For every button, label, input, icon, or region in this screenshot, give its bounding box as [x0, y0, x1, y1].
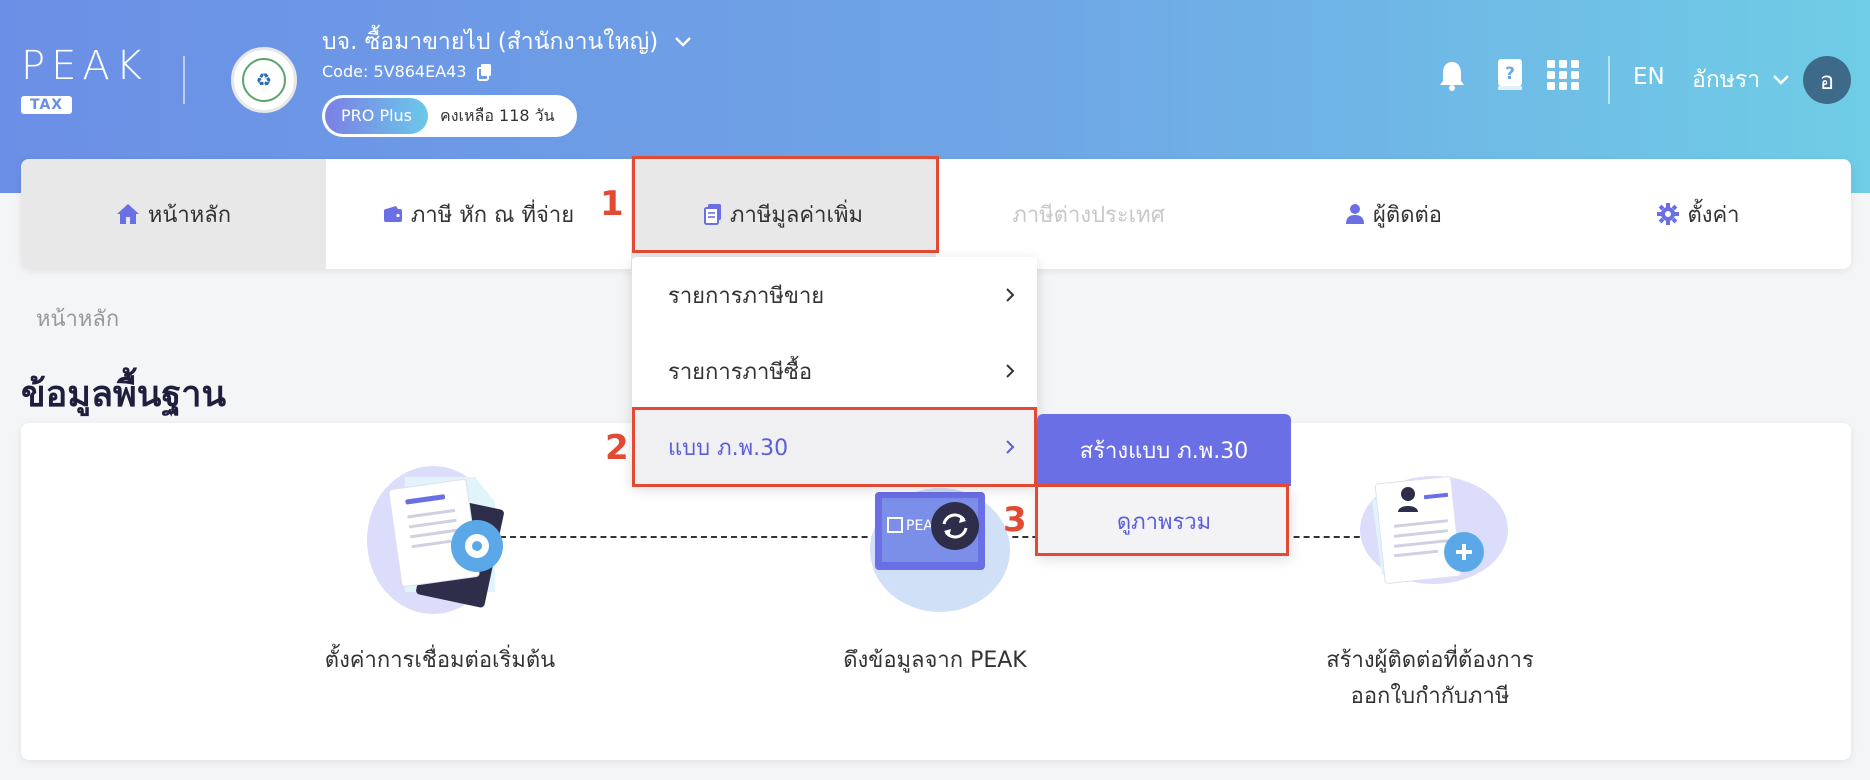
page-title: ข้อมูลพื้นฐาน	[21, 374, 227, 415]
svg-text:?: ?	[1505, 64, 1515, 84]
copy-icon[interactable]	[476, 63, 493, 81]
settings-document-icon	[367, 466, 504, 614]
chevron-down-icon	[675, 37, 692, 47]
nav-label: ผู้ติดต่อ	[1373, 202, 1442, 228]
plan-remaining: คงเหลือ 118 วัน	[440, 105, 555, 125]
highlight-box-overview	[1035, 484, 1289, 556]
nav-foreign-tax: ภาษีต่างประเทศ	[936, 159, 1241, 269]
nav-contacts[interactable]: ผู้ติดต่อ	[1241, 159, 1546, 269]
nav-label: ภาษี หัก ณ ที่จ่าย	[410, 202, 575, 228]
company-code: Code: 5V864EA43	[322, 62, 467, 81]
nav-label: ภาษีต่างประเทศ	[1012, 202, 1165, 228]
nav-label: ตั้งค่า	[1687, 202, 1740, 228]
company-name: บจ. ซื้อมาขายไป (สำนักงานใหญ่)	[322, 29, 659, 55]
user-menu[interactable]: อักษรา	[1692, 62, 1790, 98]
plan-badge: PRO Plus	[325, 98, 429, 134]
menu-item-label: รายการภาษีซื้อ	[668, 359, 813, 385]
user-icon	[1346, 204, 1365, 224]
step3-caption-line1: สร้างผู้ติดต่อที่ต้องการ	[1326, 648, 1534, 673]
highlight-box-pp30	[632, 407, 1037, 487]
peak-tax-logo[interactable]: PEAK TAX	[21, 46, 148, 114]
help-book-icon[interactable]: ?	[1496, 58, 1524, 92]
step3-caption-line2: ออกใบกำกับภาษี	[1350, 684, 1510, 709]
bell-icon[interactable]	[1437, 60, 1467, 92]
nav-home[interactable]: หน้าหลัก	[21, 159, 326, 269]
wallet-icon	[383, 206, 402, 222]
header-divider	[183, 56, 185, 104]
company-seal-icon: ♻	[242, 58, 286, 102]
chevron-right-icon	[1006, 364, 1015, 378]
menu-item-label: รายการภาษีขาย	[668, 283, 825, 309]
highlight-box-vat	[632, 156, 939, 253]
company-logo: ♻	[231, 47, 297, 113]
step-number-2: 2	[605, 428, 629, 468]
chevron-down-icon	[1773, 75, 1790, 85]
header-divider-right	[1608, 56, 1610, 104]
apps-grid-icon[interactable]	[1547, 60, 1579, 90]
step1-caption: ตั้งค่าการเชื่อมต่อเริ่มต้น	[324, 648, 556, 673]
create-pp30-button[interactable]: สร้างแบบ ภ.พ.30	[1037, 414, 1291, 486]
step-number-1: 1	[600, 184, 624, 224]
language-switch[interactable]: EN	[1633, 64, 1665, 90]
step2-caption: ดึงข้อมูลจาก PEAK	[843, 648, 1027, 673]
logo-text: PEAK	[21, 43, 148, 89]
chevron-right-icon	[1006, 288, 1015, 302]
nav-settings[interactable]: ตั้งค่า	[1546, 159, 1851, 269]
company-code-row: Code: 5V864EA43	[322, 62, 493, 81]
home-icon	[116, 204, 139, 224]
breadcrumb[interactable]: หน้าหลัก	[36, 301, 119, 336]
user-name: อักษรา	[1692, 67, 1761, 93]
menu-item-purchase-tax[interactable]: รายการภาษีซื้อ	[632, 333, 1037, 409]
add-contact-document-icon	[1360, 476, 1508, 584]
company-selector[interactable]: บจ. ซื้อมาขายไป (สำนักงานใหญ่)	[322, 24, 692, 60]
plan-pill: PRO Plus คงเหลือ 118 วัน	[322, 95, 577, 137]
avatar[interactable]: อ	[1803, 56, 1851, 104]
nav-withholding-tax[interactable]: ภาษี หัก ณ ที่จ่าย	[326, 159, 631, 269]
step3-caption: สร้างผู้ติดต่อที่ต้องการ ออกใบกำกับภาษี	[1290, 643, 1570, 715]
gear-icon	[1657, 203, 1680, 225]
step-number-3: 3	[1003, 500, 1027, 540]
menu-item-sales-tax[interactable]: รายการภาษีขาย	[632, 257, 1037, 333]
nav-label: หน้าหลัก	[147, 202, 232, 228]
logo-tag: TAX	[21, 96, 73, 114]
